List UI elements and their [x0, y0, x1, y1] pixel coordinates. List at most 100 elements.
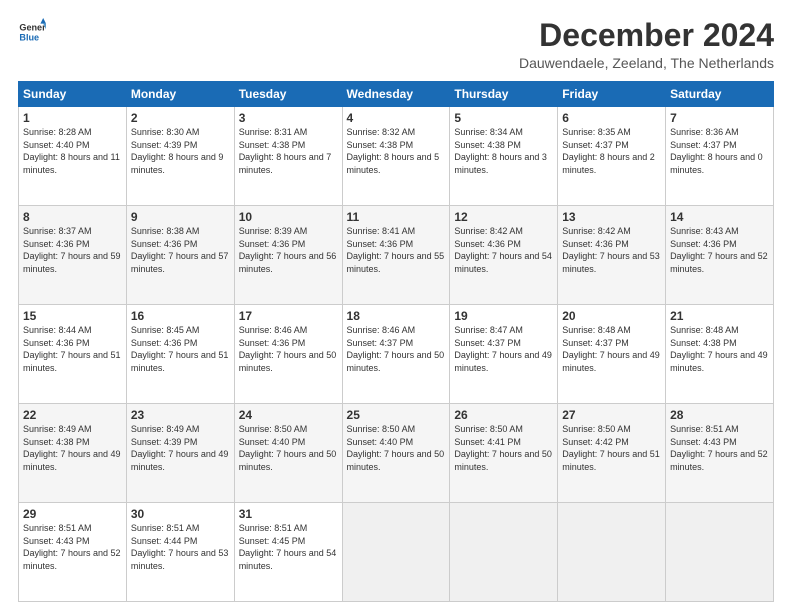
- col-header-tuesday: Tuesday: [234, 82, 342, 107]
- main-title: December 2024: [519, 18, 774, 53]
- calendar-cell: [666, 503, 774, 602]
- day-number: 6: [562, 111, 661, 125]
- day-detail: Sunrise: 8:32 AMSunset: 4:38 PMDaylight:…: [347, 126, 446, 176]
- day-number: 9: [131, 210, 230, 224]
- day-detail: Sunrise: 8:46 AMSunset: 4:37 PMDaylight:…: [347, 324, 446, 374]
- day-detail: Sunrise: 8:48 AMSunset: 4:38 PMDaylight:…: [670, 324, 769, 374]
- svg-text:General: General: [19, 23, 46, 33]
- day-detail: Sunrise: 8:42 AMSunset: 4:36 PMDaylight:…: [562, 225, 661, 275]
- calendar-cell: 15Sunrise: 8:44 AMSunset: 4:36 PMDayligh…: [19, 305, 127, 404]
- day-detail: Sunrise: 8:46 AMSunset: 4:36 PMDaylight:…: [239, 324, 338, 374]
- day-number: 5: [454, 111, 553, 125]
- col-header-wednesday: Wednesday: [342, 82, 450, 107]
- calendar-cell: 5Sunrise: 8:34 AMSunset: 4:38 PMDaylight…: [450, 107, 558, 206]
- day-detail: Sunrise: 8:50 AMSunset: 4:41 PMDaylight:…: [454, 423, 553, 473]
- day-detail: Sunrise: 8:50 AMSunset: 4:42 PMDaylight:…: [562, 423, 661, 473]
- day-number: 16: [131, 309, 230, 323]
- day-number: 28: [670, 408, 769, 422]
- day-number: 21: [670, 309, 769, 323]
- logo-icon: General Blue: [18, 18, 46, 46]
- day-detail: Sunrise: 8:36 AMSunset: 4:37 PMDaylight:…: [670, 126, 769, 176]
- day-number: 8: [23, 210, 122, 224]
- svg-text:Blue: Blue: [19, 32, 39, 42]
- col-header-monday: Monday: [126, 82, 234, 107]
- day-detail: Sunrise: 8:31 AMSunset: 4:38 PMDaylight:…: [239, 126, 338, 176]
- calendar: SundayMondayTuesdayWednesdayThursdayFrid…: [18, 81, 774, 602]
- calendar-cell: 27Sunrise: 8:50 AMSunset: 4:42 PMDayligh…: [558, 404, 666, 503]
- day-detail: Sunrise: 8:51 AMSunset: 4:45 PMDaylight:…: [239, 522, 338, 572]
- day-number: 17: [239, 309, 338, 323]
- calendar-cell: 4Sunrise: 8:32 AMSunset: 4:38 PMDaylight…: [342, 107, 450, 206]
- day-number: 4: [347, 111, 446, 125]
- calendar-cell: 10Sunrise: 8:39 AMSunset: 4:36 PMDayligh…: [234, 206, 342, 305]
- calendar-cell: 12Sunrise: 8:42 AMSunset: 4:36 PMDayligh…: [450, 206, 558, 305]
- calendar-cell: 14Sunrise: 8:43 AMSunset: 4:36 PMDayligh…: [666, 206, 774, 305]
- col-header-saturday: Saturday: [666, 82, 774, 107]
- logo: General Blue: [18, 18, 46, 46]
- day-number: 7: [670, 111, 769, 125]
- day-number: 15: [23, 309, 122, 323]
- day-detail: Sunrise: 8:50 AMSunset: 4:40 PMDaylight:…: [347, 423, 446, 473]
- day-detail: Sunrise: 8:49 AMSunset: 4:38 PMDaylight:…: [23, 423, 122, 473]
- calendar-cell: 31Sunrise: 8:51 AMSunset: 4:45 PMDayligh…: [234, 503, 342, 602]
- day-detail: Sunrise: 8:48 AMSunset: 4:37 PMDaylight:…: [562, 324, 661, 374]
- day-number: 3: [239, 111, 338, 125]
- calendar-cell: [342, 503, 450, 602]
- day-detail: Sunrise: 8:39 AMSunset: 4:36 PMDaylight:…: [239, 225, 338, 275]
- calendar-cell: 21Sunrise: 8:48 AMSunset: 4:38 PMDayligh…: [666, 305, 774, 404]
- day-number: 30: [131, 507, 230, 521]
- calendar-cell: 11Sunrise: 8:41 AMSunset: 4:36 PMDayligh…: [342, 206, 450, 305]
- calendar-cell: 13Sunrise: 8:42 AMSunset: 4:36 PMDayligh…: [558, 206, 666, 305]
- day-detail: Sunrise: 8:41 AMSunset: 4:36 PMDaylight:…: [347, 225, 446, 275]
- day-detail: Sunrise: 8:51 AMSunset: 4:43 PMDaylight:…: [23, 522, 122, 572]
- day-number: 26: [454, 408, 553, 422]
- day-number: 1: [23, 111, 122, 125]
- day-number: 22: [23, 408, 122, 422]
- day-detail: Sunrise: 8:28 AMSunset: 4:40 PMDaylight:…: [23, 126, 122, 176]
- day-detail: Sunrise: 8:34 AMSunset: 4:38 PMDaylight:…: [454, 126, 553, 176]
- day-detail: Sunrise: 8:43 AMSunset: 4:36 PMDaylight:…: [670, 225, 769, 275]
- col-header-sunday: Sunday: [19, 82, 127, 107]
- calendar-cell: 3Sunrise: 8:31 AMSunset: 4:38 PMDaylight…: [234, 107, 342, 206]
- calendar-cell: 30Sunrise: 8:51 AMSunset: 4:44 PMDayligh…: [126, 503, 234, 602]
- day-detail: Sunrise: 8:50 AMSunset: 4:40 PMDaylight:…: [239, 423, 338, 473]
- day-number: 14: [670, 210, 769, 224]
- calendar-cell: 29Sunrise: 8:51 AMSunset: 4:43 PMDayligh…: [19, 503, 127, 602]
- day-number: 18: [347, 309, 446, 323]
- calendar-cell: 16Sunrise: 8:45 AMSunset: 4:36 PMDayligh…: [126, 305, 234, 404]
- day-detail: Sunrise: 8:35 AMSunset: 4:37 PMDaylight:…: [562, 126, 661, 176]
- day-detail: Sunrise: 8:42 AMSunset: 4:36 PMDaylight:…: [454, 225, 553, 275]
- day-detail: Sunrise: 8:47 AMSunset: 4:37 PMDaylight:…: [454, 324, 553, 374]
- calendar-cell: 1Sunrise: 8:28 AMSunset: 4:40 PMDaylight…: [19, 107, 127, 206]
- calendar-cell: 28Sunrise: 8:51 AMSunset: 4:43 PMDayligh…: [666, 404, 774, 503]
- day-number: 25: [347, 408, 446, 422]
- day-number: 11: [347, 210, 446, 224]
- day-detail: Sunrise: 8:51 AMSunset: 4:44 PMDaylight:…: [131, 522, 230, 572]
- calendar-cell: 18Sunrise: 8:46 AMSunset: 4:37 PMDayligh…: [342, 305, 450, 404]
- day-detail: Sunrise: 8:38 AMSunset: 4:36 PMDaylight:…: [131, 225, 230, 275]
- calendar-cell: 6Sunrise: 8:35 AMSunset: 4:37 PMDaylight…: [558, 107, 666, 206]
- day-detail: Sunrise: 8:45 AMSunset: 4:36 PMDaylight:…: [131, 324, 230, 374]
- col-header-thursday: Thursday: [450, 82, 558, 107]
- day-detail: Sunrise: 8:37 AMSunset: 4:36 PMDaylight:…: [23, 225, 122, 275]
- day-number: 2: [131, 111, 230, 125]
- calendar-cell: 8Sunrise: 8:37 AMSunset: 4:36 PMDaylight…: [19, 206, 127, 305]
- day-number: 31: [239, 507, 338, 521]
- calendar-cell: 17Sunrise: 8:46 AMSunset: 4:36 PMDayligh…: [234, 305, 342, 404]
- calendar-cell: 24Sunrise: 8:50 AMSunset: 4:40 PMDayligh…: [234, 404, 342, 503]
- calendar-cell: 25Sunrise: 8:50 AMSunset: 4:40 PMDayligh…: [342, 404, 450, 503]
- calendar-cell: 9Sunrise: 8:38 AMSunset: 4:36 PMDaylight…: [126, 206, 234, 305]
- calendar-cell: 23Sunrise: 8:49 AMSunset: 4:39 PMDayligh…: [126, 404, 234, 503]
- title-block: December 2024 Dauwendaele, Zeeland, The …: [519, 18, 774, 71]
- day-number: 13: [562, 210, 661, 224]
- calendar-cell: [558, 503, 666, 602]
- calendar-cell: 26Sunrise: 8:50 AMSunset: 4:41 PMDayligh…: [450, 404, 558, 503]
- day-detail: Sunrise: 8:49 AMSunset: 4:39 PMDaylight:…: [131, 423, 230, 473]
- header: General Blue December 2024 Dauwendaele, …: [18, 18, 774, 71]
- day-number: 10: [239, 210, 338, 224]
- day-number: 12: [454, 210, 553, 224]
- calendar-cell: 22Sunrise: 8:49 AMSunset: 4:38 PMDayligh…: [19, 404, 127, 503]
- day-number: 29: [23, 507, 122, 521]
- day-detail: Sunrise: 8:44 AMSunset: 4:36 PMDaylight:…: [23, 324, 122, 374]
- calendar-cell: 20Sunrise: 8:48 AMSunset: 4:37 PMDayligh…: [558, 305, 666, 404]
